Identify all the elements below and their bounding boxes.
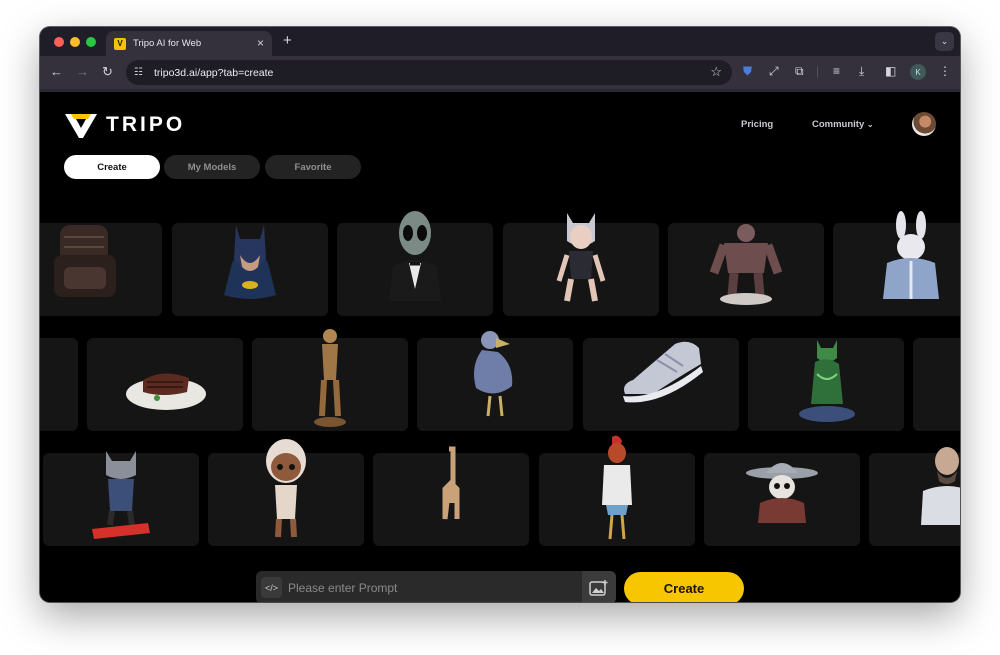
address-bar[interactable]: ☷ tripo3d.ai/app?tab=create ☆	[126, 60, 732, 85]
gallery-card-partial-left[interactable]	[40, 338, 78, 431]
cowboy-skull-model-icon	[746, 463, 818, 523]
tripo-app-page: TRIPO Pricing Community ⌄ Create My Mode…	[40, 92, 960, 602]
shield-extension-icon[interactable]: ⛊	[743, 64, 752, 79]
anime-girl-model-icon	[556, 213, 606, 302]
image-upload-button[interactable]	[582, 571, 616, 602]
bald-man-bust-model-icon	[921, 447, 960, 525]
new-tab-button[interactable]: +	[283, 32, 292, 49]
download-icon[interactable]: ⤓	[859, 64, 864, 79]
nav-community-link[interactable]: Community ⌄	[812, 119, 874, 130]
tab-close-icon[interactable]: ×	[257, 36, 264, 50]
tripo-logo[interactable]: TRIPO	[64, 110, 185, 140]
gallery-card-dodo[interactable]	[417, 331, 573, 431]
more-menu-icon[interactable]: ⋮	[939, 64, 951, 78]
profile-avatar[interactable]: K	[910, 64, 926, 80]
side-panel-icon[interactable]: ◧	[885, 64, 896, 78]
gallery-card-giraffe[interactable]	[373, 446, 529, 546]
url-text: tripo3d.ai/app?tab=create	[154, 66, 274, 79]
browser-tab[interactable]: V Tripo AI for Web ×	[106, 31, 272, 56]
chibi-doll-model-icon	[266, 439, 306, 538]
browser-toolbar: ← → ↻ ☷ tripo3d.ai/app?tab=create ☆ ⛊ ⤢ …	[40, 56, 960, 89]
prompt-input[interactable]	[288, 571, 568, 602]
tripo-favicon-icon: V	[114, 37, 126, 50]
reading-list-icon[interactable]: ≡	[833, 64, 840, 78]
tab-create[interactable]: Create	[64, 155, 160, 179]
giraffe-model-icon	[442, 446, 460, 520]
gallery-card-bunny[interactable]	[833, 211, 960, 316]
code-toggle-icon[interactable]: </>	[261, 577, 282, 598]
logo-wordmark: TRIPO	[106, 113, 186, 136]
bunny-jacket-model-icon	[883, 211, 939, 299]
site-settings-icon[interactable]: ☷	[134, 67, 148, 78]
steak-plate-model-icon	[126, 373, 206, 410]
hulk-figure-model-icon	[709, 224, 783, 305]
close-window-button[interactable]	[54, 37, 64, 47]
gallery-card-batman[interactable]	[172, 223, 328, 316]
dodo-bird-model-icon	[474, 331, 513, 417]
bronze-statue-model-icon	[314, 329, 346, 427]
gallery-card-bald-man[interactable]	[869, 447, 960, 546]
tab-strip: V Tripo AI for Web × + ⌄	[40, 27, 960, 56]
gallery-card-steak[interactable]	[87, 338, 243, 431]
gallery-card-sneaker[interactable]	[583, 338, 739, 431]
gallery-card-rooster[interactable]	[539, 435, 695, 546]
gallery-card-hulk[interactable]	[668, 223, 824, 316]
gallery-card-anime-girl[interactable]	[503, 213, 659, 316]
rooster-character-model-icon	[602, 435, 632, 540]
tab-search-chevron-icon[interactable]: ⌄	[935, 32, 954, 51]
gallery-card-armchair[interactable]	[40, 223, 162, 316]
gallery-card-bronze-statue[interactable]	[252, 329, 408, 431]
extensions-puzzle-icon[interactable]: ⧉	[795, 64, 804, 79]
tab-title: Tripo AI for Web	[133, 38, 202, 49]
alien-tuxedo-model-icon	[389, 211, 441, 301]
expand-icon[interactable]: ⤢	[769, 64, 779, 79]
armchair-model-icon	[54, 225, 116, 297]
sneaker-model-icon	[623, 341, 703, 403]
minimize-window-button[interactable]	[70, 37, 80, 47]
skateboard-cat-model-icon	[92, 451, 150, 539]
forward-arrow-icon[interactable]: →	[76, 64, 89, 79]
tripo-v-logo-icon	[65, 114, 97, 138]
create-button[interactable]: Create	[624, 572, 744, 602]
bookmark-star-icon[interactable]: ☆	[710, 64, 722, 80]
chevron-down-icon: ⌄	[866, 120, 874, 129]
gallery-card-cowboy-skull[interactable]	[704, 453, 860, 546]
gallery-card-chibi-doll[interactable]	[208, 439, 364, 546]
gallery-card-panther[interactable]	[748, 338, 904, 431]
toolbar-divider: |	[816, 64, 820, 78]
gallery-card-alien[interactable]	[337, 211, 493, 316]
nav-pricing-link[interactable]: Pricing	[741, 119, 773, 130]
maximize-window-button[interactable]	[86, 37, 96, 47]
tab-my-models[interactable]: My Models	[164, 155, 260, 179]
back-arrow-icon[interactable]: ←	[50, 64, 63, 79]
gallery-card-partial-right[interactable]	[913, 338, 960, 431]
user-avatar[interactable]	[912, 112, 936, 136]
browser-window: V Tripo AI for Web × + ⌄ ← → ↻ ☷ tripo3d…	[40, 27, 960, 602]
batman-bust-model-icon	[224, 225, 276, 299]
tab-favorite[interactable]: Favorite	[265, 155, 361, 179]
green-panther-model-icon	[799, 340, 855, 422]
reload-icon[interactable]: ↻	[102, 64, 113, 80]
gallery-card-skate-cat[interactable]	[43, 451, 199, 546]
add-image-icon	[589, 579, 608, 596]
prompt-bar: </>	[256, 571, 616, 602]
nav-community-label: Community	[812, 119, 865, 130]
